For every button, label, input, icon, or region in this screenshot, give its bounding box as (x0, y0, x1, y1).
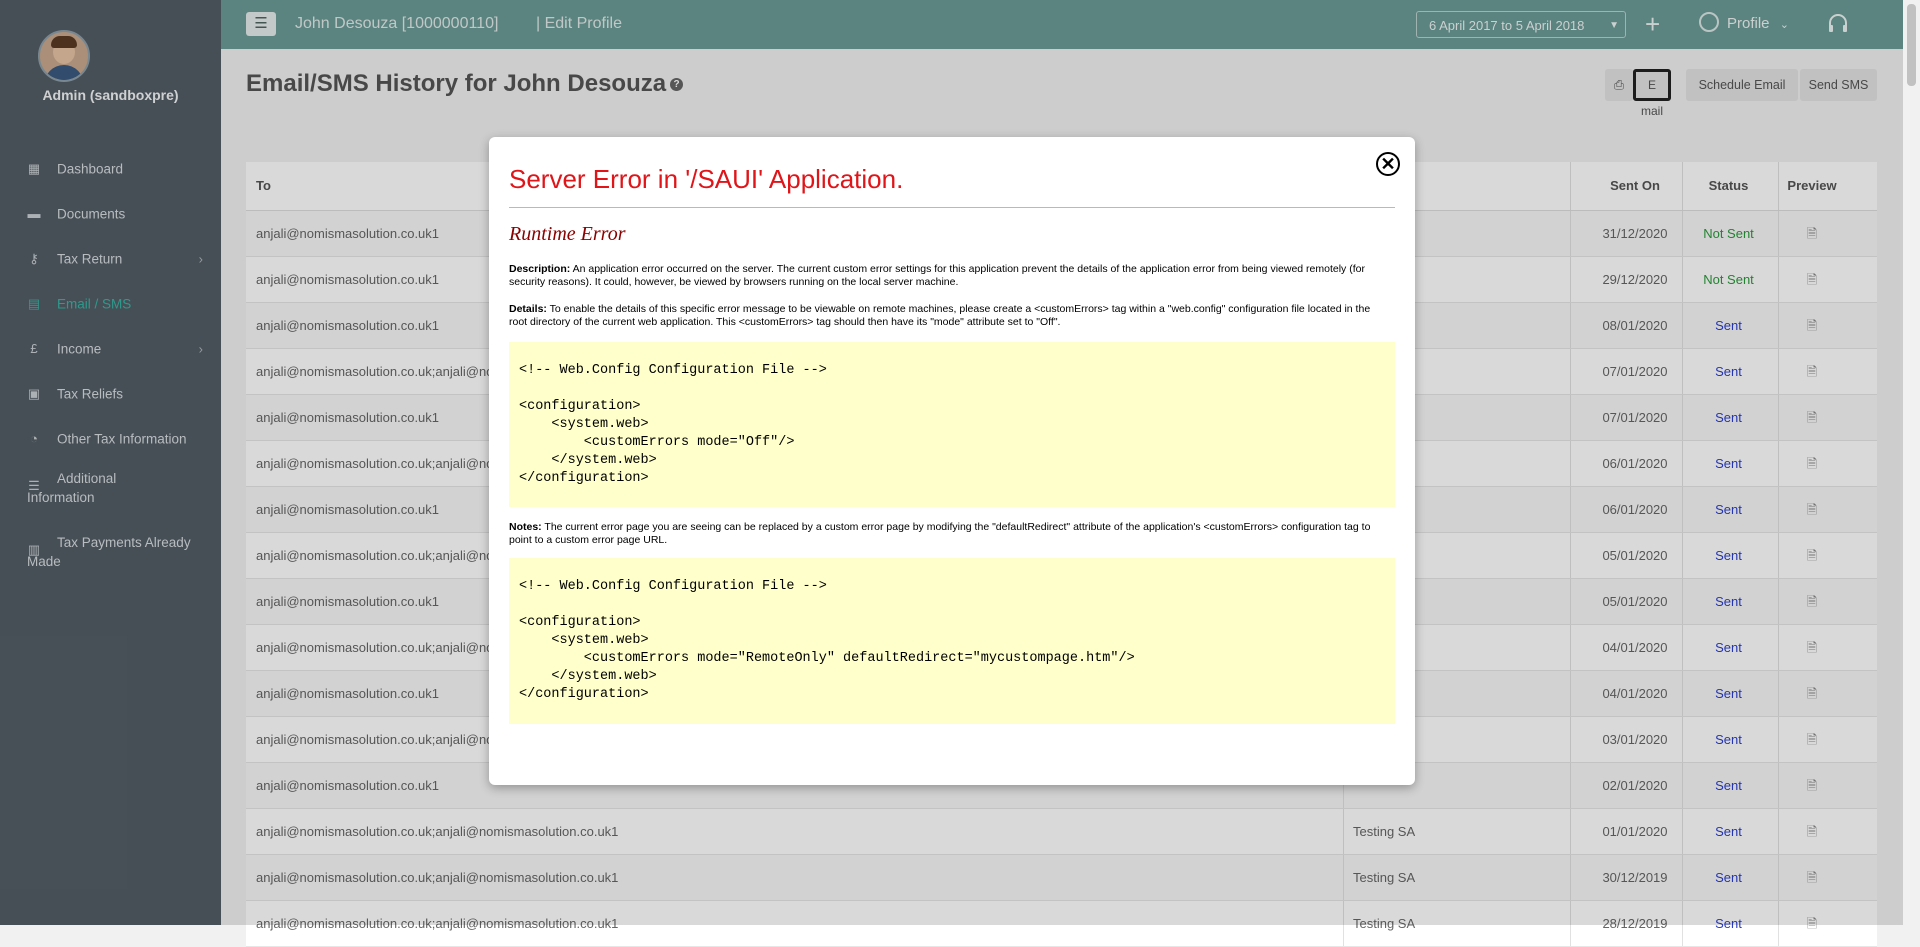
error-subtitle: Runtime Error (509, 223, 626, 245)
scrollbar-thumb[interactable] (1907, 4, 1916, 86)
config-code-block: <!-- Web.Config Configuration File --> <… (509, 342, 1395, 507)
close-icon: ✕ (1380, 154, 1396, 174)
error-description: Description: An application error occurr… (509, 263, 1365, 288)
error-dialog: ✕ Server Error in '/SAUI' Application. R… (489, 137, 1415, 785)
page-scrollbar[interactable] (1903, 0, 1920, 925)
error-details: Details: To enable the details of this s… (509, 303, 1371, 328)
config-code-block-remote: <!-- Web.Config Configuration File --> <… (509, 558, 1395, 724)
close-button[interactable]: ✕ (1376, 152, 1400, 176)
error-notes: Notes: The current error page you are se… (509, 521, 1371, 546)
divider (509, 207, 1395, 208)
error-title: Server Error in '/SAUI' Application. (509, 164, 904, 194)
